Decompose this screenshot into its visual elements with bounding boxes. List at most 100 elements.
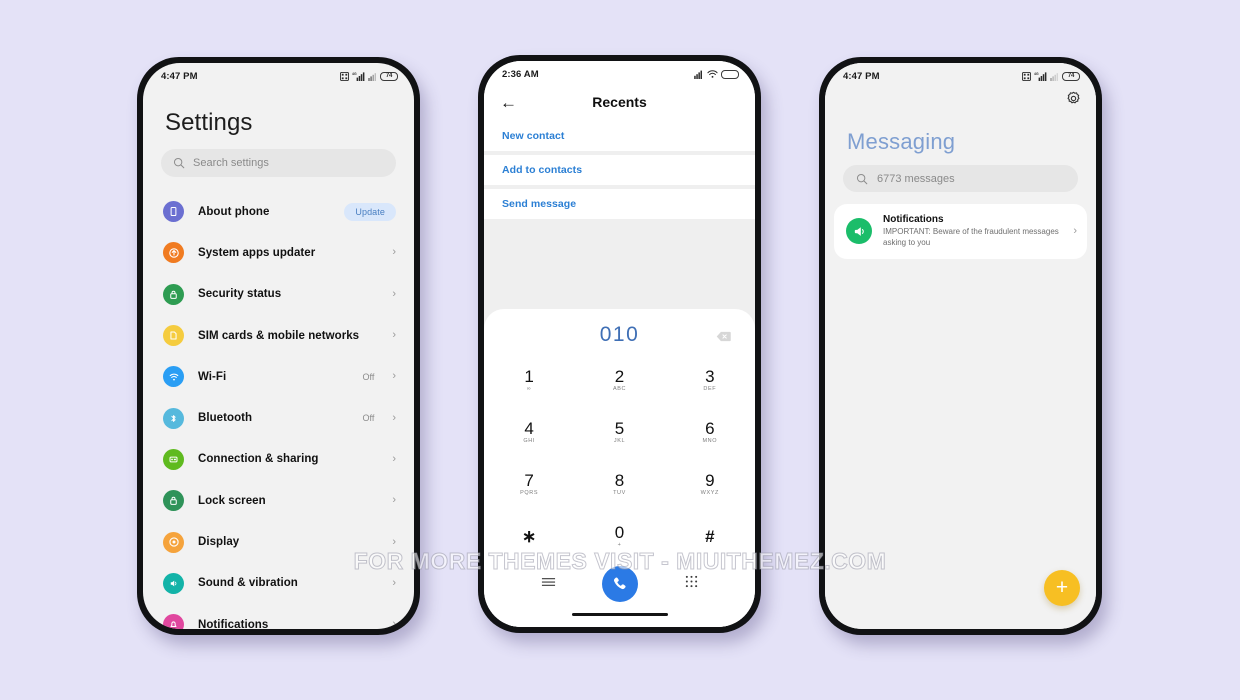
key-0[interactable]: 0 + xyxy=(574,511,664,561)
phone-settings: 4:47 PM 4G 74 Settings Search settings A… xyxy=(137,57,420,635)
key-5[interactable]: 5 JKL xyxy=(574,407,664,457)
status-icons: 4G 74 xyxy=(340,71,398,81)
option-new-contact[interactable]: New contact xyxy=(484,121,755,151)
plus-icon: + xyxy=(1055,575,1069,599)
recents-header: ← Recents xyxy=(484,83,755,121)
screenshot-stage: 4:47 PM 4G 74 Settings Search settings A… xyxy=(0,0,1240,700)
chevron-right-icon: › xyxy=(392,411,396,424)
dialpad: 010 1 ∞ 2 ABC 3 DEF 4 GHI 5 JKL 6 MNO 7 PQRS 8T xyxy=(484,309,755,627)
new-message-button[interactable]: + xyxy=(1044,570,1080,606)
key-6[interactable]: 6 MNO xyxy=(665,407,755,457)
status-bar: 4:47 PM 4G 74 xyxy=(825,63,1096,85)
sidebar-item-sound-vibration[interactable]: Sound & vibration › xyxy=(143,563,414,604)
signal-bars-icon: 4G xyxy=(352,72,365,81)
phone-call-icon[interactable] xyxy=(602,566,639,602)
option-send-message[interactable]: Send message xyxy=(484,189,755,219)
key-hash[interactable]: # xyxy=(665,511,755,561)
chevron-right-icon: › xyxy=(392,535,396,548)
sidebar-item-display[interactable]: Display › xyxy=(143,521,414,562)
sidebar-item-label: Notifications xyxy=(198,618,269,629)
signal-bars-icon xyxy=(694,70,702,79)
key-9[interactable]: 9 WXYZ xyxy=(665,459,755,509)
signal-bars-secondary-icon xyxy=(368,73,376,81)
battery-indicator xyxy=(721,69,739,79)
brightness-icon xyxy=(163,531,184,553)
option-add-to-contacts[interactable]: Add to contacts xyxy=(484,155,755,185)
list-item[interactable]: Notifications IMPORTANT: Beware of the f… xyxy=(834,204,1087,259)
svg-text:4G: 4G xyxy=(352,72,357,76)
chevron-right-icon: › xyxy=(392,329,396,342)
connection-icon xyxy=(163,448,184,470)
dialer-empty-area xyxy=(484,223,755,309)
update-arrow-icon xyxy=(163,242,184,264)
key-star[interactable]: ∗ xyxy=(484,511,574,561)
sim-status-icon xyxy=(340,71,349,81)
search-input[interactable]: 6773 messages xyxy=(843,165,1078,192)
update-badge[interactable]: Update xyxy=(344,202,396,221)
signal-bars-secondary-icon xyxy=(1050,73,1058,81)
dialer-action-bar xyxy=(484,561,755,613)
key-4[interactable]: 4 GHI xyxy=(484,407,574,457)
sidebar-item-sim-cards[interactable]: SIM cards & mobile networks › xyxy=(143,315,414,356)
backspace-icon[interactable] xyxy=(716,329,731,347)
status-icons: 4G 74 xyxy=(1022,71,1080,81)
sidebar-item-label: Wi-Fi xyxy=(198,370,227,383)
back-arrow-icon[interactable]: ← xyxy=(500,94,517,111)
sim-card-icon xyxy=(163,325,184,347)
settings-list: About phone Update System apps updater › xyxy=(143,191,414,629)
sidebar-item-label: Connection & sharing xyxy=(198,453,319,466)
menu-lines-icon[interactable] xyxy=(541,575,556,593)
status-bar: 2:36 AM xyxy=(484,61,755,83)
phone-dialer: 2:36 AM ← Recents New contact Add to con… xyxy=(478,55,761,633)
sidebar-item-system-apps-updater[interactable]: System apps updater › xyxy=(143,232,414,273)
dial-display: 010 xyxy=(484,315,755,355)
conversation-preview: IMPORTANT: Beware of the fraudulent mess… xyxy=(883,227,1059,247)
chevron-right-icon: › xyxy=(392,452,396,465)
list-item-body: Notifications IMPORTANT: Beware of the f… xyxy=(883,214,1062,249)
sidebar-item-lock-screen[interactable]: Lock screen › xyxy=(143,480,414,521)
status-time: 4:47 PM xyxy=(843,70,880,82)
sidebar-item-bluetooth[interactable]: Bluetooth Off › xyxy=(143,397,414,438)
signal-bars-icon: 4G xyxy=(1034,72,1047,81)
key-8[interactable]: 8 TUV xyxy=(574,459,664,509)
lock-shield-icon xyxy=(163,283,184,305)
home-indicator xyxy=(484,613,755,627)
sidebar-item-label: System apps updater xyxy=(198,246,316,259)
key-3[interactable]: 3 DEF xyxy=(665,355,755,405)
key-2[interactable]: 2 ABC xyxy=(574,355,664,405)
padlock-icon xyxy=(163,490,184,512)
battery-indicator: 74 xyxy=(380,71,398,81)
sidebar-item-notifications[interactable]: Notifications › xyxy=(143,604,414,629)
search-value: 6773 messages xyxy=(877,172,955,185)
sidebar-item-label: Display xyxy=(198,536,240,549)
page-title: Messaging xyxy=(847,129,956,154)
keypad-grid-icon[interactable] xyxy=(685,575,698,593)
sidebar-item-value: Off xyxy=(362,371,375,382)
wifi-status-icon xyxy=(707,70,718,78)
sidebar-item-connection-sharing[interactable]: Connection & sharing › xyxy=(143,439,414,480)
sidebar-item-about-phone[interactable]: About phone Update xyxy=(143,191,414,232)
chevron-right-icon: › xyxy=(392,370,396,383)
sidebar-item-label: Bluetooth xyxy=(198,412,253,425)
sim-status-icon xyxy=(1022,71,1031,81)
key-1[interactable]: 1 ∞ xyxy=(484,355,574,405)
page-title: Settings xyxy=(165,109,253,136)
gear-icon[interactable] xyxy=(1066,91,1081,111)
messaging-screen: 4:47 PM 4G 74 Messaging 6773 messages No… xyxy=(825,63,1096,629)
wifi-icon xyxy=(163,366,184,388)
chevron-right-icon: › xyxy=(1073,224,1077,237)
search-input[interactable]: Search settings xyxy=(161,149,396,177)
sidebar-item-value: Off xyxy=(362,413,375,424)
sidebar-item-label: SIM cards & mobile networks xyxy=(198,329,360,342)
sidebar-item-label: About phone xyxy=(198,205,270,218)
home-bar[interactable] xyxy=(571,613,668,617)
phone-messaging: 4:47 PM 4G 74 Messaging 6773 messages No… xyxy=(819,57,1102,635)
status-icons xyxy=(694,69,739,79)
dialer-screen: 2:36 AM ← Recents New contact Add to con… xyxy=(484,61,755,627)
chevron-right-icon: › xyxy=(392,494,396,507)
speaker-icon xyxy=(163,572,184,594)
sidebar-item-security-status[interactable]: Security status › xyxy=(143,274,414,315)
sidebar-item-wifi[interactable]: Wi-Fi Off › xyxy=(143,356,414,397)
key-7[interactable]: 7 PQRS xyxy=(484,459,574,509)
dialed-number: 010 xyxy=(599,323,640,346)
